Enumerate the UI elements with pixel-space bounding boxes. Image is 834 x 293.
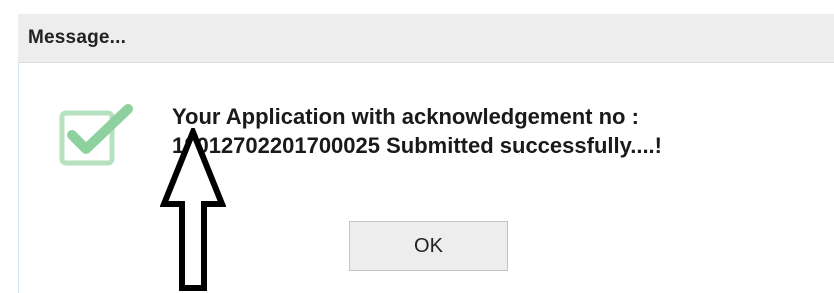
check-icon [59,104,133,166]
dialog-title-bar: Message... [18,14,834,63]
arrow-up-icon [160,128,226,291]
dialog-left-border [18,62,19,293]
message-dialog: Message... Your Application with acknowl… [0,0,834,293]
message-line-1: Your Application with acknowledgement no… [172,104,639,129]
ok-button[interactable]: OK [349,221,508,271]
dialog-message: Your Application with acknowledgement no… [172,102,812,160]
dialog-title: Message... [28,27,127,48]
message-line-2: 12012702201700025 Submitted successfully… [172,133,662,158]
